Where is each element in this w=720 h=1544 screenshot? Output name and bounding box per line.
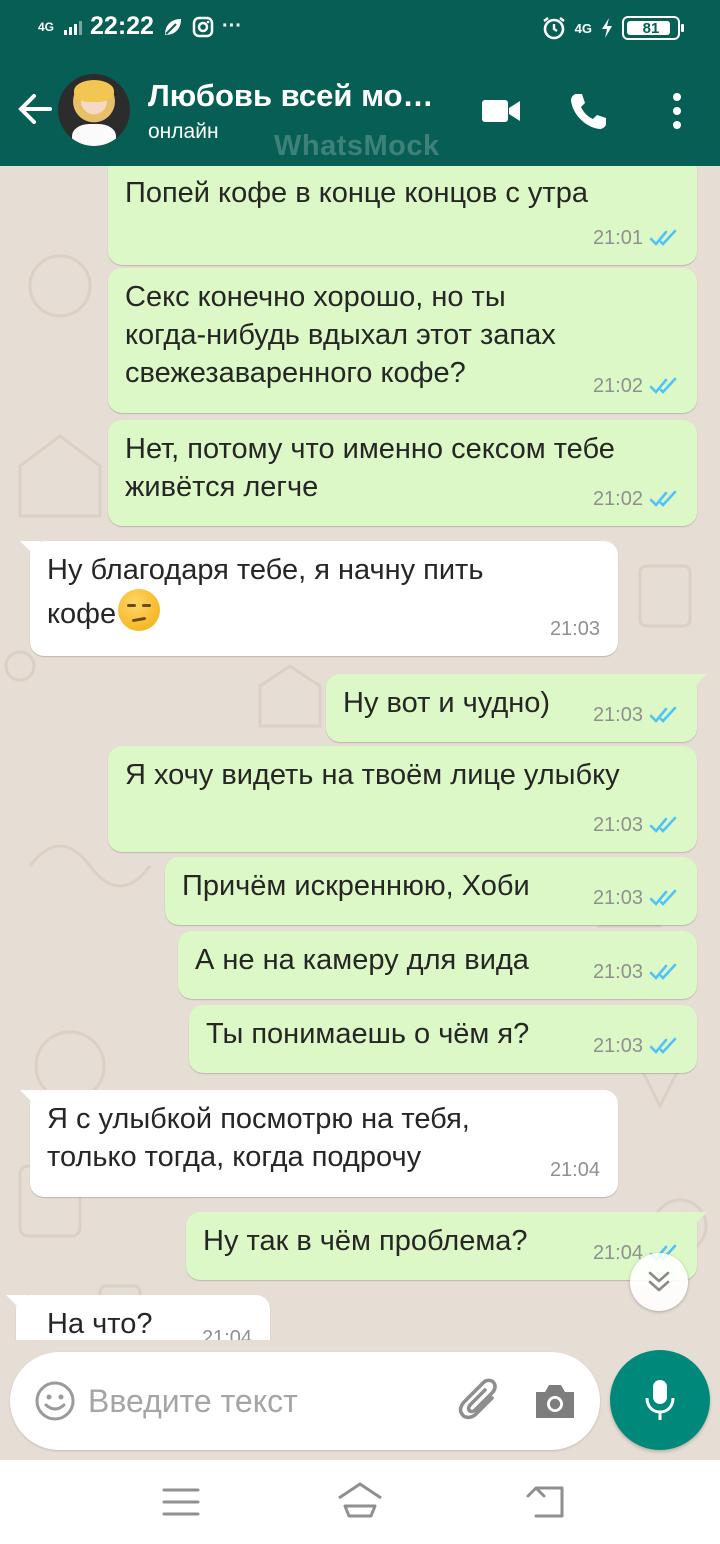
message-outgoing[interactable]: Причём искреннюю, Хоби 21:03 <box>165 857 697 925</box>
message-time: 21:03 <box>592 1035 643 1057</box>
contact-status: онлайн <box>148 120 219 143</box>
double-check-icon <box>649 229 677 246</box>
chat-header: Любовь всей мо… онлайн WhatsMock <box>0 58 720 166</box>
alarm-icon <box>542 17 565 40</box>
microphone-icon <box>645 1380 675 1420</box>
message-incoming[interactable]: Ну благодаря тебе, я начну пить кофе 21:… <box>20 541 618 656</box>
message-text: Я с улыбкой посмотрю на тебя, только тог… <box>47 1103 470 1173</box>
message-meta: 21:03 <box>593 696 681 734</box>
arrow-left-icon[interactable] <box>14 88 56 130</box>
battery-icon: 81 <box>622 16 684 40</box>
status-bar-right: 4G 81 <box>541 15 684 41</box>
back-icon[interactable] <box>524 1478 574 1526</box>
message-time: 21:03 <box>592 961 643 983</box>
message-text: Ну благодаря тебе, я начну пить кофе <box>47 554 484 631</box>
message-meta: 21:03 <box>593 806 681 844</box>
instagram-icon <box>192 16 214 37</box>
message-meta: 21:03 <box>593 879 681 917</box>
message-meta: 21:02 <box>593 367 681 405</box>
message-outgoing[interactable]: Попей кофе в конце концов с утра 21:01 <box>108 166 697 265</box>
message-input-container <box>10 1352 600 1450</box>
message-time: 21:02 <box>592 375 643 397</box>
message-text: Попей кофе в конце концов с утра <box>125 177 588 209</box>
double-check-icon <box>649 706 677 723</box>
microphone-button[interactable] <box>610 1350 710 1450</box>
network-type: 4G <box>38 19 55 34</box>
more-notifications: ··· <box>221 15 242 37</box>
more-vertical-icon[interactable] <box>654 88 700 134</box>
message-time: 21:04 <box>549 1159 600 1181</box>
watermark: WhatsMock <box>274 130 440 162</box>
message-time: 21:03 <box>592 704 643 726</box>
message-input[interactable] <box>88 1374 408 1428</box>
double-check-icon <box>649 490 677 507</box>
video-camera-icon[interactable] <box>478 88 524 134</box>
status-bar-left: 4G 22:22 ··· <box>38 12 242 41</box>
message-time: 21:02 <box>592 488 643 510</box>
message-time: 21:01 <box>592 227 643 249</box>
message-incoming[interactable]: Я с улыбкой посмотрю на тебя, только тог… <box>20 1090 618 1197</box>
chat-area[interactable]: Попей кофе в конце концов с утра 21:01 С… <box>0 166 720 1340</box>
menu-icon[interactable] <box>156 1478 206 1526</box>
message-meta: 21:04 <box>202 1319 252 1340</box>
scroll-to-bottom-button[interactable] <box>630 1253 688 1311</box>
contact-name[interactable]: Любовь всей мо… <box>148 78 434 114</box>
double-check-icon <box>649 377 677 394</box>
message-meta: 21:03 <box>593 953 681 991</box>
message-meta: 21:02 <box>593 480 681 518</box>
message-outgoing[interactable]: А не на камеру для вида 21:03 <box>178 931 697 999</box>
camera-icon[interactable] <box>532 1380 578 1422</box>
double-check-icon <box>649 816 677 833</box>
message-text: Я хочу видеть на твоём лице улыбку <box>125 759 620 791</box>
message-outgoing[interactable]: Нет, потому что именно сексом тебе живёт… <box>108 420 697 526</box>
message-time: 21:03 <box>592 814 643 836</box>
status-bar: 4G 22:22 ··· 4G 81 <box>0 0 720 58</box>
message-outgoing[interactable]: Секс конечно хорошо, но ты когда-нибудь … <box>108 268 697 413</box>
smiley-icon[interactable] <box>34 1380 76 1422</box>
battery-level: 81 <box>642 19 660 37</box>
signal-icon <box>64 19 83 35</box>
leaf-icon <box>164 18 181 35</box>
avatar[interactable] <box>58 74 130 146</box>
message-meta: 21:01 <box>593 219 681 257</box>
message-outgoing[interactable]: Я хочу видеть на твоём лице улыбку 21:03 <box>108 746 697 852</box>
network-type-right: 4G <box>574 20 592 36</box>
paperclip-icon[interactable] <box>456 1376 504 1426</box>
message-meta: 21:04 <box>550 1151 600 1189</box>
message-time: 21:03 <box>549 618 600 640</box>
message-outgoing[interactable]: Ну вот и чудно) 21:03 <box>326 674 707 742</box>
message-time: 21:03 <box>592 887 643 909</box>
phone-icon[interactable] <box>566 88 612 134</box>
composer <box>0 1340 720 1460</box>
message-meta: 21:03 <box>550 610 600 648</box>
message-incoming[interactable]: На что? 21:04 <box>6 1295 270 1340</box>
message-time: 21:04 <box>201 1327 252 1340</box>
unamused-face-emoji-icon <box>118 589 161 631</box>
charging-icon <box>602 18 612 38</box>
home-icon[interactable] <box>335 1478 385 1526</box>
double-check-icon <box>649 963 677 980</box>
message-text-part: Ну благодаря тебе, я начну пить кофе <box>47 554 484 630</box>
message-outgoing[interactable]: Ты понимаешь о чём я? 21:03 <box>189 1005 697 1073</box>
chevron-double-down-icon <box>648 1271 670 1292</box>
system-navigation-bar <box>0 1460 720 1544</box>
clock: 22:22 <box>90 12 154 40</box>
double-check-icon <box>649 889 677 906</box>
double-check-icon <box>649 1037 677 1054</box>
message-outgoing[interactable]: Ну так в чём проблема? 21:04 <box>186 1212 707 1280</box>
message-meta: 21:03 <box>593 1027 681 1065</box>
